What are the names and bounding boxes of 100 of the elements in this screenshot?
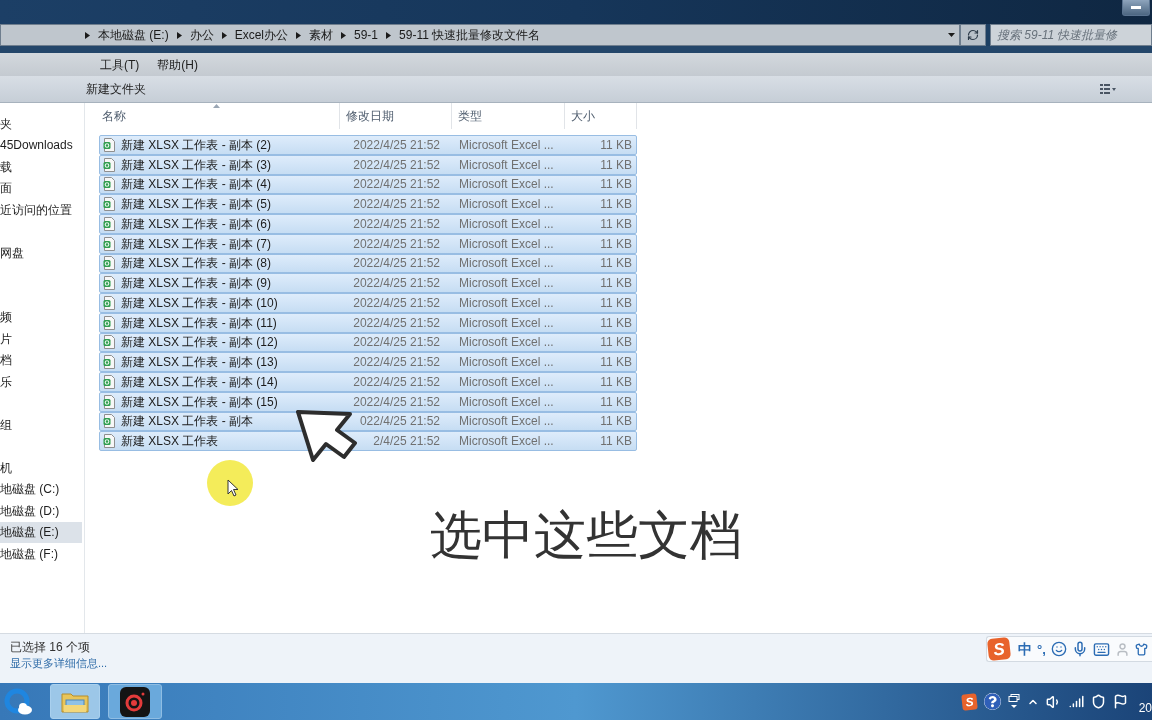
file-row[interactable]: 新建 XLSX 工作表 - 副本 (8) 2022/4/25 21:52 Microsoft Excel ... 11 KB [99, 253, 637, 274]
nav-item[interactable]: 地磁盘 (E:) [0, 521, 82, 543]
file-size: 11 KB [600, 255, 632, 273]
address-bar[interactable]: 本地磁盘 (E:) 办公 Excel办公 素材 59-1 59-11 快速批量修改文件名 [0, 24, 960, 46]
file-name: 新建 XLSX 工作表 - 副本 (3) [121, 156, 272, 174]
column-header[interactable]: 名称 [102, 107, 126, 125]
column-header[interactable]: 大小 [571, 107, 595, 125]
file-name: 新建 XLSX 工作表 - 副本 (10) [121, 294, 278, 312]
minimize-button[interactable] [1122, 0, 1150, 16]
breadcrumb-item[interactable]: 59-1 [354, 26, 379, 44]
nav-item[interactable]: 地磁盘 (C:) [0, 478, 60, 500]
modified-date: 2022/4/25 21:52 [353, 294, 440, 312]
column-header[interactable]: 类型 [458, 107, 482, 125]
file-row[interactable]: 新建 XLSX 工作表 - 副本 (5) 2022/4/25 21:52 Microsoft Excel ... 11 KB [99, 194, 637, 214]
nav-item[interactable]: 夹 [0, 113, 12, 135]
caret-right-icon[interactable] [85, 31, 90, 39]
spreadsheet-file-icon [103, 315, 115, 330]
dropdown-caret-icon[interactable] [948, 33, 955, 37]
nav-item[interactable]: 频 [0, 306, 12, 328]
ring-cloud-icon[interactable] [3, 686, 33, 717]
refresh-button[interactable] [960, 24, 986, 46]
spreadsheet-file-icon [103, 355, 115, 370]
view-options-icon[interactable] [1100, 83, 1116, 95]
file-row[interactable]: 新建 XLSX 工作表 - 副本 (7) 2022/4/25 21:52 Microsoft Excel ... 11 KB [99, 233, 637, 254]
spreadsheet-file-icon [103, 276, 115, 291]
nav-item[interactable]: 组 [0, 414, 12, 436]
file-row[interactable]: 新建 XLSX 工作表 - 副本 (9) 2022/4/25 21:52 Microsoft Excel ... 11 KB [99, 273, 637, 293]
clock-text[interactable]: 20 [1138, 701, 1152, 714]
nav-item[interactable]: 面 [0, 177, 12, 199]
shirt-icon[interactable] [1134, 642, 1148, 656]
file-type: Microsoft Excel ... [459, 196, 554, 214]
file-row[interactable]: 新建 XLSX 工作表 - 副本 (12) 2022/4/25 21:52 Microsoft Excel ... 11 KB [99, 332, 637, 353]
file-size: 11 KB [600, 334, 632, 352]
caret-right-icon[interactable] [386, 31, 392, 39]
search-field[interactable]: 搜索 59-11 快速批量修 [990, 24, 1152, 46]
file-name: 新建 XLSX 工作表 - 副本 (8) [121, 255, 272, 273]
file-name: 新建 XLSX 工作表 - 副本 (11) [121, 314, 277, 332]
file-size: 11 KB [600, 176, 632, 194]
file-row[interactable]: 新建 XLSX 工作表 - 副本 (2) 2022/4/25 21:52 Microsoft Excel ... 11 KB [99, 135, 637, 155]
nav-item[interactable]: 近访问的位置 [0, 199, 72, 221]
caret-right-icon[interactable] [341, 31, 346, 39]
nav-item[interactable]: 地磁盘 (F:) [0, 543, 58, 565]
file-row[interactable]: 新建 XLSX 工作表 2/4/25 21:52 Microsoft Excel ... 11 KB [99, 431, 637, 451]
breadcrumb-item[interactable]: Excel办公 [234, 26, 288, 44]
caret-right-icon[interactable] [221, 31, 227, 39]
file-type: Microsoft Excel ... [459, 255, 554, 273]
caret-right-icon[interactable] [296, 31, 301, 39]
cursor-arrow-icon [296, 408, 358, 464]
breadcrumb-item[interactable]: 素材 [309, 26, 333, 44]
file-type: Microsoft Excel ... [459, 314, 554, 332]
keyboard-icon[interactable] [1092, 640, 1110, 658]
modified-date: 2022/4/25 21:52 [353, 314, 440, 332]
file-type: Microsoft Excel ... [459, 235, 554, 253]
file-size: 11 KB [600, 235, 632, 253]
smiley-icon[interactable] [1050, 641, 1067, 657]
nav-item[interactable]: 载 [0, 156, 12, 178]
file-size: 11 KB [600, 196, 632, 214]
nav-item[interactable]: 网盘 [0, 242, 24, 264]
file-row[interactable]: 新建 XLSX 工作表 - 副本 (14) 2022/4/25 21:52 Microsoft Excel ... 11 KB [99, 372, 637, 392]
nav-item[interactable]: 机 [0, 457, 12, 479]
spreadsheet-file-icon [103, 236, 115, 251]
modified-date: 2022/4/25 21:52 [353, 373, 440, 391]
file-row[interactable]: 新建 XLSX 工作表 - 副本 (3) 2022/4/25 21:52 Microsoft Excel ... 11 KB [99, 154, 637, 175]
file-row[interactable]: 新建 XLSX 工作表 - 副本 (13) 2022/4/25 21:52 Microsoft Excel ... 11 KB [99, 352, 637, 372]
file-name: 新建 XLSX 工作表 - 副本 (5) [121, 196, 272, 214]
record-icon [120, 686, 150, 717]
menu-item[interactable]: 帮助(H) [153, 55, 202, 74]
caret-right-icon[interactable] [176, 31, 182, 39]
file-row[interactable]: 新建 XLSX 工作表 - 副本 (4) 2022/4/25 21:52 Microsoft Excel ... 11 KB [99, 174, 637, 195]
nav-item[interactable]: 档 [0, 349, 12, 371]
taskbar-button[interactable] [108, 684, 162, 719]
flag-icon[interactable] [1112, 694, 1128, 709]
menu-item[interactable]: 工具(T) [96, 55, 144, 74]
nav-item[interactable]: 乐 [0, 371, 12, 393]
details-link[interactable]: 显示更多详细信息... [10, 655, 108, 671]
toolbar-button[interactable]: 新建文件夹 [82, 80, 150, 98]
window-stack-icon[interactable] [1007, 693, 1020, 710]
breadcrumb-item[interactable]: 办公 [189, 26, 214, 44]
nav-item[interactable]: 地磁盘 (D:) [0, 500, 60, 522]
shield-icon[interactable] [1090, 694, 1106, 709]
input-mode-toggle[interactable]: 中 [1018, 642, 1032, 656]
file-name: 新建 XLSX 工作表 - 副本 (9) [121, 275, 272, 293]
help-icon[interactable] [983, 693, 1001, 710]
breadcrumb-item[interactable]: 本地磁盘 (E:) [98, 26, 169, 44]
file-type: Microsoft Excel ... [459, 136, 554, 154]
spreadsheet-file-icon [103, 394, 115, 409]
file-row[interactable]: 新建 XLSX 工作表 - 副本 (6) 2022/4/25 21:52 Microsoft Excel ... 11 KB [99, 214, 637, 234]
column-header[interactable]: 修改日期 [346, 107, 394, 125]
file-row[interactable]: 新建 XLSX 工作表 - 副本 (11) 2022/4/25 21:52 Microsoft Excel ... 11 KB [99, 312, 637, 333]
subtitle-caption: 选中这些文档 [430, 504, 742, 567]
spreadsheet-file-icon [103, 197, 115, 212]
file-size: 11 KB [600, 156, 632, 174]
file-row[interactable]: 新建 XLSX 工作表 - 副本 (10) 2022/4/25 21:52 Microsoft Excel ... 11 KB [99, 293, 637, 313]
nav-item[interactable]: 45Downloads [0, 134, 73, 156]
breadcrumb-item[interactable]: 59-11 快速批量修改文件名 [399, 26, 541, 44]
file-name: 新建 XLSX 工作表 [121, 433, 219, 451]
file-row[interactable]: 新建 XLSX 工作表 - 副本 (15) 2022/4/25 21:52 Microsoft Excel ... 11 KB [99, 391, 637, 412]
nav-item[interactable]: 片 [0, 328, 12, 350]
signal-icon[interactable] [1068, 694, 1084, 709]
punctuation-toggle[interactable]: °, [1037, 642, 1046, 656]
